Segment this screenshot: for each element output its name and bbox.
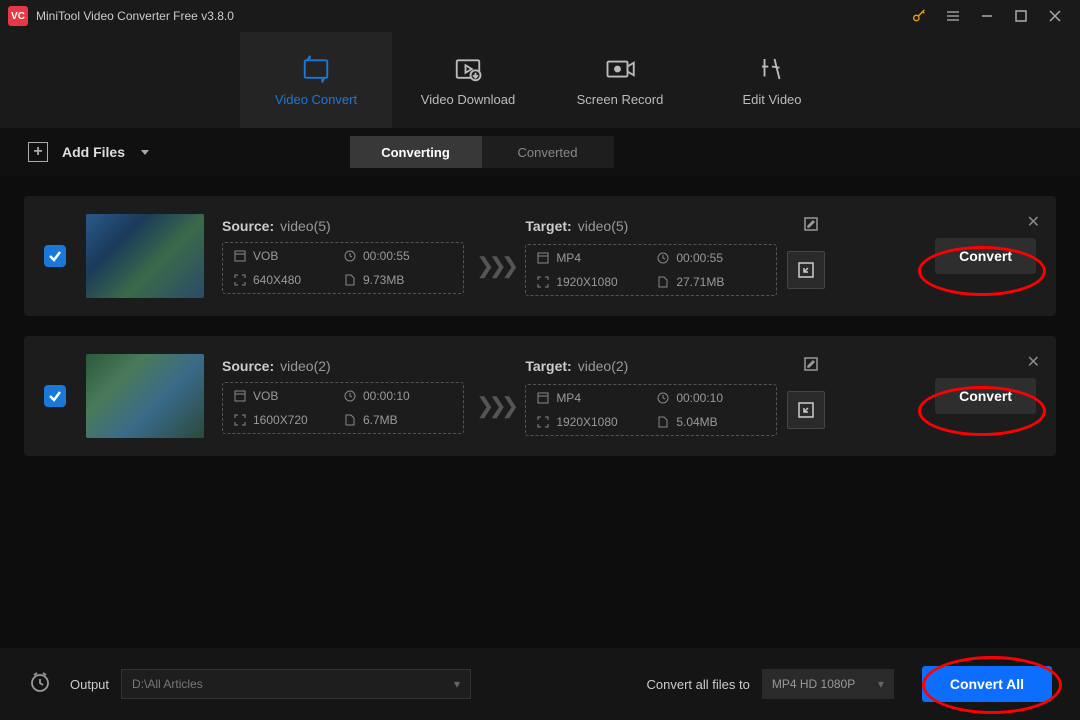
convert-all-button[interactable]: Convert All: [922, 666, 1052, 702]
format-icon: [233, 389, 247, 403]
source-filename: video(5): [280, 218, 331, 234]
clock-icon: [343, 249, 357, 263]
convert-button[interactable]: Convert: [935, 238, 1036, 274]
toolbar: + Add Files Converting Converted: [0, 128, 1080, 176]
resolution-icon: [536, 275, 550, 289]
arrow-icon: ❯❯❯: [476, 253, 513, 279]
chevron-down-icon: [139, 146, 151, 158]
resolution-icon: [233, 273, 247, 287]
source-specbox: VOB 00:00:55 640X480 9.73MB: [222, 242, 464, 294]
remove-file-icon[interactable]: ✕: [1027, 212, 1040, 232]
status-tabs: Converting Converted: [350, 136, 614, 168]
tab-converted[interactable]: Converted: [482, 136, 614, 168]
plus-icon: +: [28, 142, 48, 162]
nav-label: Video Convert: [275, 92, 357, 107]
filesize-icon: [656, 415, 670, 429]
bottombar: Output D:\All Articles ▾ Convert all fil…: [0, 648, 1080, 720]
file-list: Source:video(5) VOB 00:00:55 640X480 9.7…: [0, 176, 1080, 476]
target-info: Target:video(5) MP4 00:00:55 1920X1080 2…: [525, 217, 825, 296]
record-icon: [605, 54, 635, 84]
source-label: Source:video(2): [222, 358, 464, 374]
arrow-icon: ❯❯❯: [476, 393, 513, 419]
file-checkbox[interactable]: [44, 385, 66, 407]
add-files-label: Add Files: [62, 144, 125, 160]
resolution-icon: [233, 413, 247, 427]
target-format-selector[interactable]: MP4 HD 1080P ▾: [762, 669, 894, 699]
target-specbox: MP4 00:00:55 1920X1080 27.71MB: [525, 244, 777, 296]
titlebar: VC MiniTool Video Converter Free v3.8.0: [0, 0, 1080, 32]
source-info: Source:video(5) VOB 00:00:55 640X480 9.7…: [222, 218, 464, 294]
format-icon: [233, 249, 247, 263]
target-format-value: MP4 HD 1080P: [772, 677, 855, 691]
file-thumbnail: [86, 354, 204, 438]
file-thumbnail: [86, 214, 204, 298]
format-icon: [536, 251, 550, 265]
resolution-icon: [536, 415, 550, 429]
nav-video-download[interactable]: Video Download: [392, 32, 544, 128]
convert-all-label: Convert all files to: [647, 677, 750, 692]
edit-icon[interactable]: [804, 357, 818, 376]
file-card: Source:video(5) VOB 00:00:55 640X480 9.7…: [24, 196, 1056, 316]
app-logo: VC: [8, 6, 28, 26]
target-info: Target:video(2) MP4 00:00:10 1920X1080 5…: [525, 357, 825, 436]
menu-icon[interactable]: [936, 0, 970, 32]
filesize-icon: [343, 273, 357, 287]
key-icon[interactable]: [902, 0, 936, 32]
target-filename: video(2): [578, 358, 629, 374]
add-files-button[interactable]: + Add Files: [28, 142, 151, 162]
filesize-icon: [656, 275, 670, 289]
app-title: MiniTool Video Converter Free v3.8.0: [36, 9, 234, 23]
nav-video-convert[interactable]: Video Convert: [240, 32, 392, 128]
maximize-icon[interactable]: [1004, 0, 1038, 32]
nav-label: Edit Video: [742, 92, 801, 107]
edit-video-icon: [757, 54, 787, 84]
edit-icon[interactable]: [804, 217, 818, 236]
nav-label: Video Download: [421, 92, 515, 107]
clock-icon: [656, 251, 670, 265]
output-label: Output: [70, 677, 109, 692]
nav-screen-record[interactable]: Screen Record: [544, 32, 696, 128]
target-specbox: MP4 00:00:10 1920X1080 5.04MB: [525, 384, 777, 436]
convert-button[interactable]: Convert: [935, 378, 1036, 414]
source-specbox: VOB 00:00:10 1600X720 6.7MB: [222, 382, 464, 434]
expand-target-button[interactable]: [787, 251, 825, 289]
close-icon[interactable]: [1038, 0, 1072, 32]
minimize-icon[interactable]: [970, 0, 1004, 32]
chevron-down-icon: ▾: [878, 677, 884, 691]
nav-edit-video[interactable]: Edit Video: [696, 32, 848, 128]
expand-target-button[interactable]: [787, 391, 825, 429]
schedule-icon[interactable]: [28, 670, 52, 699]
target-filename: video(5): [578, 218, 629, 234]
file-card: Source:video(2) VOB 00:00:10 1600X720 6.…: [24, 336, 1056, 456]
tab-converting[interactable]: Converting: [350, 136, 482, 168]
target-label: Target:video(5): [525, 218, 628, 234]
download-icon: [453, 54, 483, 84]
remove-file-icon[interactable]: ✕: [1027, 352, 1040, 372]
navbar: Video Convert Video Download Screen Reco…: [0, 32, 1080, 128]
clock-icon: [343, 389, 357, 403]
source-info: Source:video(2) VOB 00:00:10 1600X720 6.…: [222, 358, 464, 434]
nav-label: Screen Record: [577, 92, 664, 107]
source-filename: video(2): [280, 358, 331, 374]
target-label: Target:video(2): [525, 358, 628, 374]
output-path-value: D:\All Articles: [132, 677, 203, 691]
filesize-icon: [343, 413, 357, 427]
format-icon: [536, 391, 550, 405]
chevron-down-icon: ▾: [454, 677, 460, 691]
file-checkbox[interactable]: [44, 245, 66, 267]
clock-icon: [656, 391, 670, 405]
convert-icon: [301, 54, 331, 84]
source-label: Source:video(5): [222, 218, 464, 234]
output-path-selector[interactable]: D:\All Articles ▾: [121, 669, 471, 699]
